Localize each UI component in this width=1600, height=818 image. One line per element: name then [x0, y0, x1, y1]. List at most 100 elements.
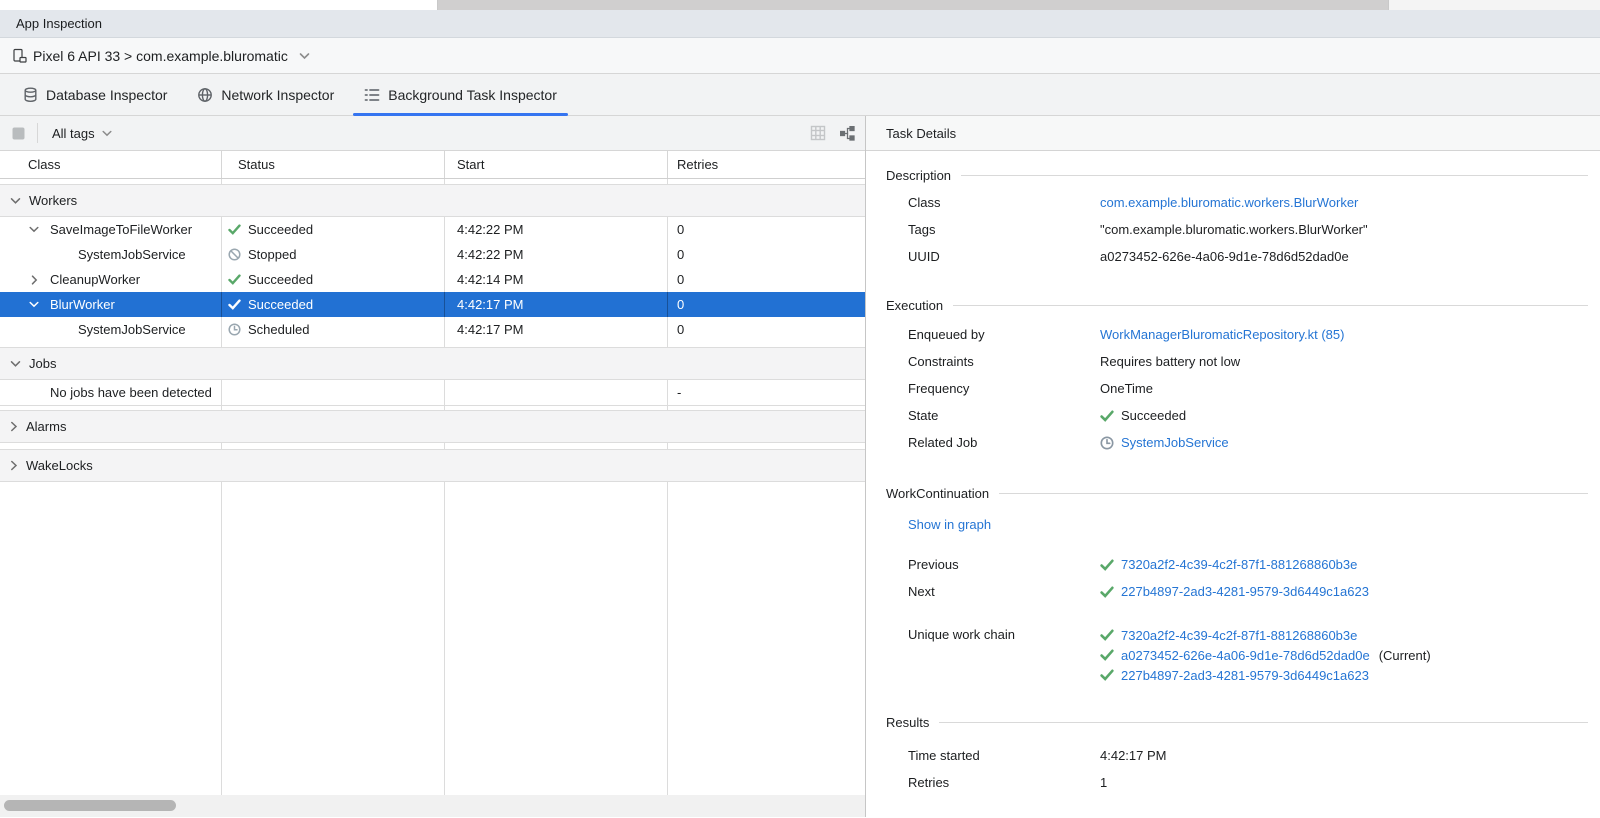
group-row-wakelocks[interactable]: WakeLocks	[0, 449, 865, 482]
worker-start: 4:42:17 PM	[445, 317, 668, 342]
tab-network-inspector[interactable]: Network Inspector	[182, 74, 349, 115]
device-icon	[12, 48, 28, 64]
succeeded-icon	[1100, 669, 1114, 681]
uuid-value: a0273452-626e-4a06-9d1e-78d6d52dad0e	[1100, 249, 1349, 264]
section-rule	[953, 305, 1588, 306]
jobs-empty-retries: -	[668, 380, 865, 405]
column-header-class[interactable]: Class	[0, 151, 222, 178]
detail-row-unique-work-chain: Unique work chain 7320a2f2-4c39-4c2f-87f…	[908, 625, 1588, 685]
group-row-workers[interactable]: Workers	[0, 184, 865, 217]
database-icon	[23, 87, 38, 103]
worker-start: 4:42:22 PM	[445, 242, 668, 267]
worker-row-saveimagetofileworker[interactable]: SaveImageToFileWorker Succeeded 4:42:22 …	[0, 217, 865, 242]
graph-view-button[interactable]	[840, 126, 855, 141]
column-header-status[interactable]: Status	[222, 151, 445, 178]
process-selector[interactable]: Pixel 6 API 33 > com.example.bluromatic	[33, 48, 288, 64]
enqueued-by-link[interactable]: WorkManagerBluromaticRepository.kt (85)	[1100, 327, 1344, 342]
worker-row-systemjobservice[interactable]: SystemJobService Scheduled 4:42:17 PM 0	[0, 317, 865, 342]
worker-row-systemjobservice[interactable]: SystemJobService Stopped 4:42:22 PM 0	[0, 242, 865, 267]
tab-background-task-inspector[interactable]: Background Task Inspector	[349, 74, 572, 115]
detail-row-state: State Succeeded	[908, 402, 1588, 429]
succeeded-icon	[1100, 586, 1114, 598]
worker-class: CleanupWorker	[50, 272, 140, 287]
jobs-empty-message: No jobs have been detected	[50, 385, 212, 400]
detail-label: Retries	[908, 773, 1100, 793]
section-execution: Execution	[886, 298, 1588, 313]
show-in-graph-link[interactable]: Show in graph	[908, 517, 991, 532]
worker-row-blurworker-selected[interactable]: BlurWorker Succeeded 4:42:17 PM 0	[0, 292, 865, 317]
worker-status: Stopped	[248, 247, 296, 262]
stop-inspection-button[interactable]	[12, 127, 25, 140]
chevron-right-icon[interactable]	[26, 275, 42, 285]
chevron-down-icon[interactable]	[26, 226, 42, 233]
tab-label: Network Inspector	[221, 87, 334, 103]
frequency-value: OneTime	[1100, 381, 1153, 396]
worker-retries: 0	[668, 242, 865, 267]
section-title: Description	[886, 168, 951, 183]
retries-value: 1	[1100, 775, 1107, 790]
succeeded-icon	[1100, 410, 1114, 422]
detail-label: Frequency	[908, 379, 1100, 399]
worker-class: SystemJobService	[78, 247, 186, 262]
detail-label: Tags	[908, 220, 1100, 240]
detail-row-uuid: UUID a0273452-626e-4a06-9d1e-78d6d52dad0…	[908, 243, 1588, 270]
top-edge-dark	[438, 0, 1388, 10]
top-edge-light	[0, 0, 438, 10]
column-header-start[interactable]: Start	[445, 151, 668, 178]
group-row-jobs[interactable]: Jobs	[0, 347, 865, 380]
globe-icon	[197, 87, 213, 103]
group-row-alarms[interactable]: Alarms	[0, 410, 865, 443]
previous-work-link[interactable]: 7320a2f2-4c39-4c2f-87f1-881268860b3e	[1121, 557, 1357, 572]
chain-work-link[interactable]: 227b4897-2ad3-4281-9579-3d6449c1a623	[1121, 668, 1369, 683]
worker-retries: 0	[668, 217, 865, 242]
chain-work-link[interactable]: a0273452-626e-4a06-9d1e-78d6d52dad0e	[1121, 648, 1370, 663]
detail-row-next: Next 227b4897-2ad3-4281-9579-3d6449c1a62…	[908, 578, 1588, 605]
worker-retries: 0	[668, 267, 865, 292]
group-label: Jobs	[29, 356, 56, 371]
group-label: WakeLocks	[26, 458, 93, 473]
worker-start: 4:42:14 PM	[445, 267, 668, 292]
chevron-down-icon[interactable]	[299, 52, 310, 60]
task-details-content: Description Class com.example.bluromatic…	[866, 151, 1600, 817]
app-inspection-title-bar: App Inspection	[0, 10, 1600, 38]
worker-class: BlurWorker	[50, 297, 115, 312]
task-list-icon	[364, 88, 380, 102]
section-description: Description	[886, 168, 1588, 183]
app-inspection-title: App Inspection	[16, 16, 102, 31]
task-details-header: Task Details	[866, 116, 1600, 151]
detail-row-previous: Previous 7320a2f2-4c39-4c2f-87f1-8812688…	[908, 551, 1588, 578]
worker-row-cleanupworker[interactable]: CleanupWorker Succeeded 4:42:14 PM 0	[0, 267, 865, 292]
section-workcontinuation: WorkContinuation	[886, 486, 1588, 501]
task-details-title: Task Details	[886, 126, 956, 141]
section-title: WorkContinuation	[886, 486, 989, 501]
all-tags-dropdown[interactable]: All tags	[48, 126, 116, 141]
detail-label: Related Job	[908, 433, 1100, 453]
column-header-retries[interactable]: Retries	[668, 151, 865, 178]
worker-start: 4:42:17 PM	[445, 292, 668, 317]
top-edge-right	[1388, 0, 1600, 10]
section-title: Execution	[886, 298, 943, 313]
succeeded-icon	[228, 274, 241, 285]
table-view-button[interactable]	[810, 125, 826, 141]
chevron-down-icon	[10, 197, 21, 205]
section-rule	[961, 175, 1588, 176]
chain-work-link[interactable]: 7320a2f2-4c39-4c2f-87f1-881268860b3e	[1121, 628, 1357, 643]
next-work-link[interactable]: 227b4897-2ad3-4281-9579-3d6449c1a623	[1121, 584, 1369, 599]
class-link[interactable]: com.example.bluromatic.workers.BlurWorke…	[1100, 195, 1358, 210]
detail-label: UUID	[908, 247, 1100, 267]
worker-status: Scheduled	[248, 322, 309, 337]
scrollbar-thumb[interactable]	[4, 800, 176, 811]
scheduled-clock-icon	[228, 323, 241, 336]
chevron-down-icon[interactable]	[26, 301, 42, 308]
tab-database-inspector[interactable]: Database Inspector	[8, 74, 182, 115]
chevron-down-icon	[10, 360, 21, 368]
succeeded-icon	[1100, 649, 1114, 661]
clock-icon	[1100, 436, 1114, 450]
detail-row-related-job: Related Job SystemJobService	[908, 429, 1588, 456]
worker-class: SystemJobService	[78, 322, 186, 337]
related-job-link[interactable]: SystemJobService	[1121, 435, 1229, 450]
detail-row-retries: Retries 1	[908, 769, 1588, 796]
worker-status: Succeeded	[248, 222, 313, 237]
horizontal-scrollbar[interactable]	[0, 795, 865, 817]
group-label: Workers	[29, 193, 77, 208]
